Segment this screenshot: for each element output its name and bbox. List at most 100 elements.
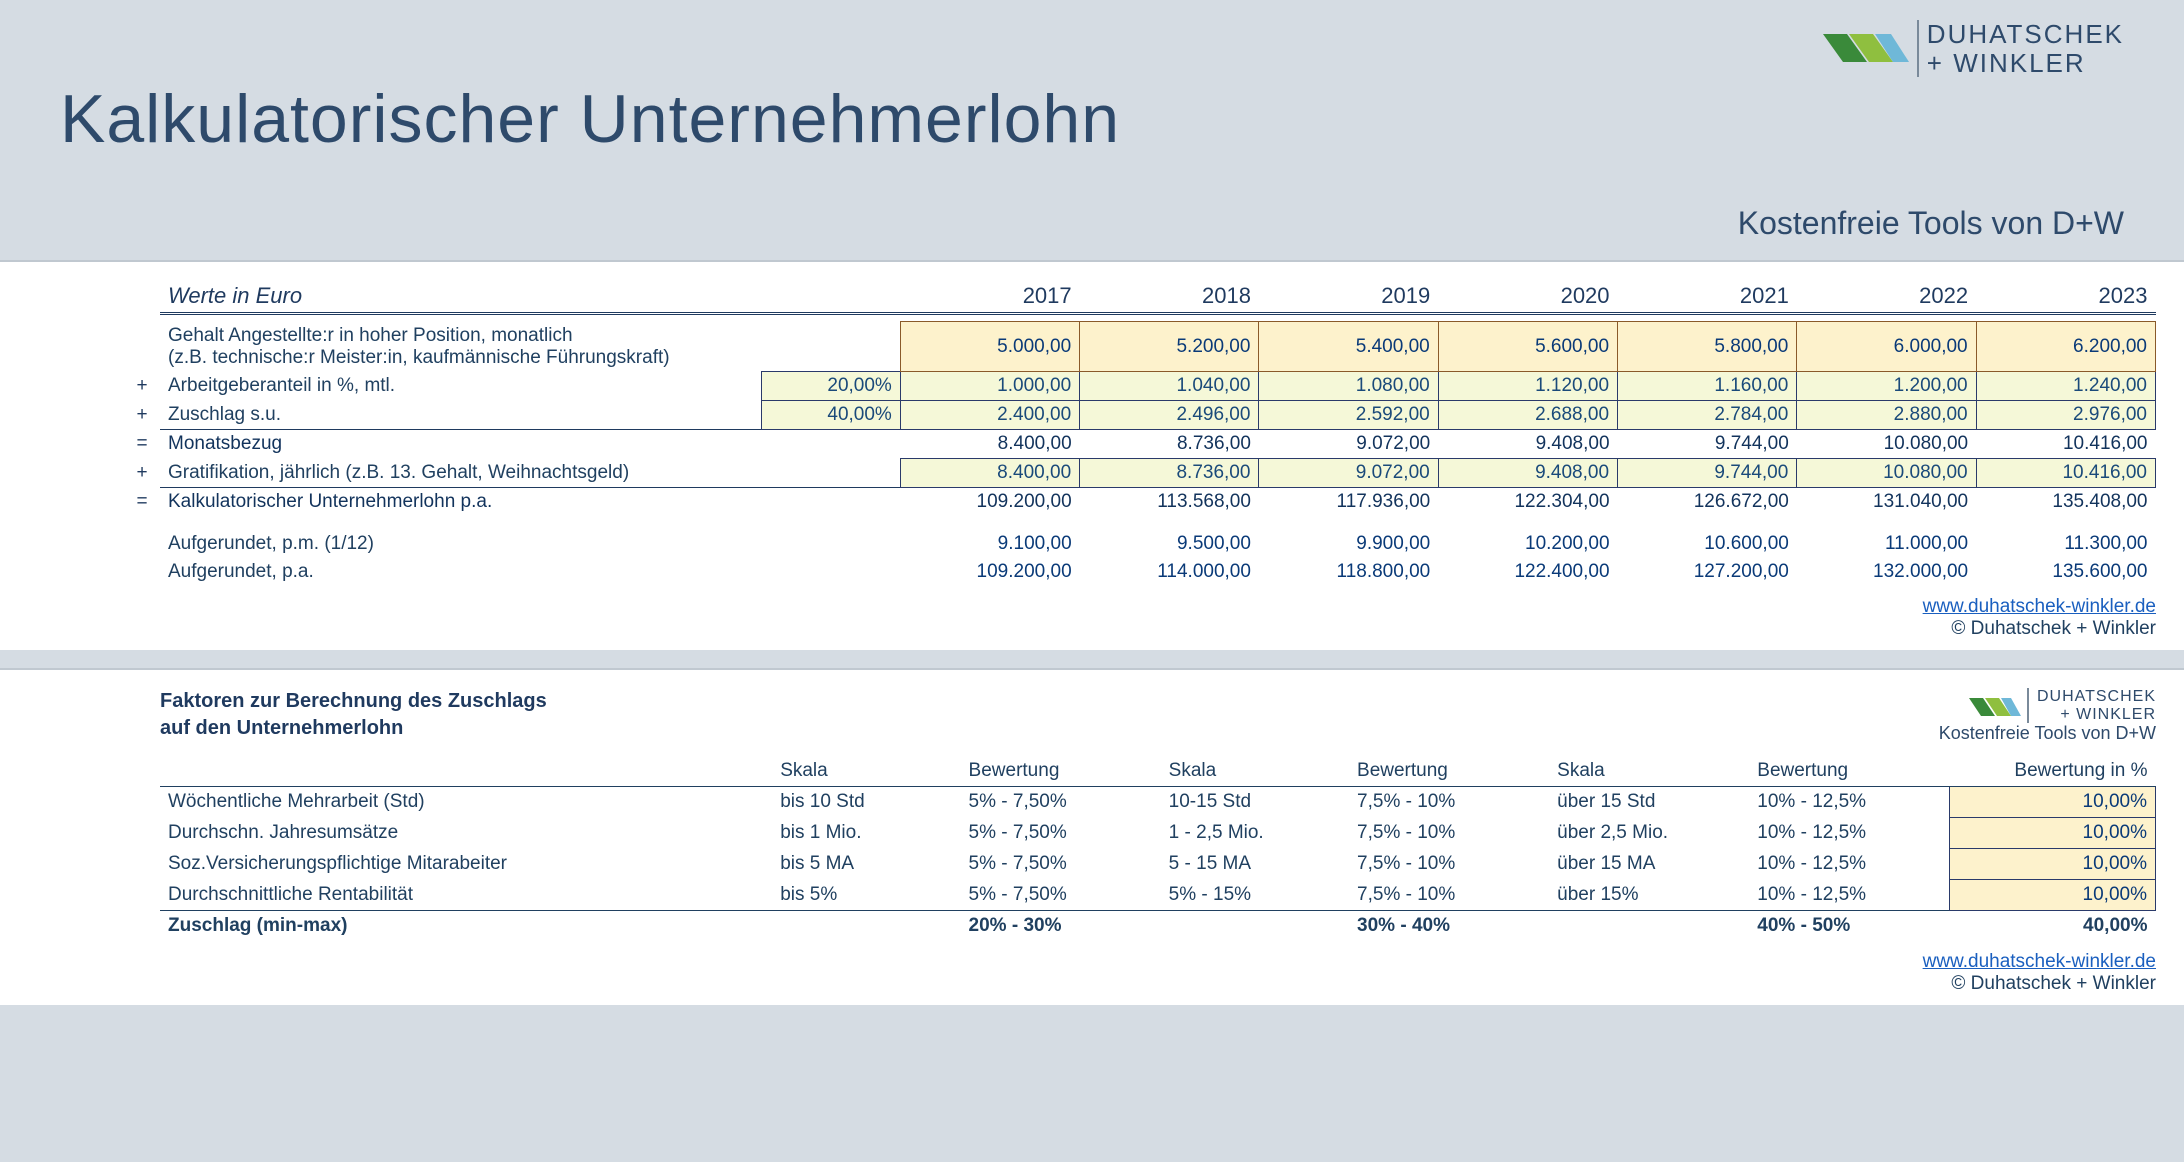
year-col: 2022 — [1797, 280, 1976, 314]
col-skala: Skala — [1161, 756, 1349, 787]
website-link[interactable]: www.duhatschek-winkler.de — [1923, 951, 2156, 972]
factor-value-input[interactable]: 10,00% — [1949, 880, 2155, 911]
calc-cell: 9.744,00 — [1618, 459, 1797, 488]
result-cell: 8.736,00 — [1080, 430, 1259, 459]
result-cell: 109.200,00 — [900, 488, 1079, 517]
gehalt-input[interactable]: 6.000,00 — [1797, 322, 1976, 372]
calc-cell: 1.080,00 — [1259, 372, 1438, 401]
result-cell: 113.568,00 — [1080, 488, 1259, 517]
factor-value-input[interactable]: 10,00% — [1949, 849, 2155, 880]
gratifikation-label: Gratifikation, jährlich (z.B. 13. Gehalt… — [168, 462, 629, 483]
year-col: 2020 — [1438, 280, 1617, 314]
op-equals: = — [126, 433, 158, 455]
mini-brand: DUHATSCHEK+ WINKLER Kostenfreie Tools vo… — [1939, 688, 2156, 744]
row-kalkulohn: =Kalkulatorischer Unternehmerlohn p.a. 1… — [160, 488, 2156, 517]
aufgerundet-pa-label: Aufgerundet, p.a. — [160, 558, 762, 586]
op-plus: + — [126, 375, 158, 397]
factor-label: Durchschnittliche Rentabilität — [160, 880, 772, 911]
calc-cell: 118.800,00 — [1259, 558, 1438, 586]
gehalt-input[interactable]: 5.800,00 — [1618, 322, 1797, 372]
calc-cell: 1.200,00 — [1797, 372, 1976, 401]
result-cell: 9.408,00 — [1438, 430, 1617, 459]
website-link[interactable]: www.duhatschek-winkler.de — [1923, 596, 2156, 617]
col-bewertung: Bewertung — [1349, 756, 1549, 787]
table-header-row: Werte in Euro 2017 2018 2019 2020 2021 2… — [160, 280, 2156, 314]
op-plus: + — [126, 404, 158, 426]
calc-table: Werte in Euro 2017 2018 2019 2020 2021 2… — [160, 280, 2156, 586]
copyright-text: © Duhatschek + Winkler — [1951, 618, 2156, 639]
calc-cell: 2.784,00 — [1618, 401, 1797, 430]
brand-text: DUHATSCHEK + WINKLER — [1917, 20, 2124, 77]
factor-row: Durchschn. Jahresumsätze bis 1 Mio.5% - … — [160, 818, 2156, 849]
calc-cell: 2.880,00 — [1797, 401, 1976, 430]
row-monatsbezug: =Monatsbezug 8.400,00 8.736,00 9.072,00 … — [160, 430, 2156, 459]
calc-cell: 9.500,00 — [1080, 530, 1259, 558]
factor-value-input[interactable]: 10,00% — [1949, 787, 2155, 818]
col-skala: Skala — [772, 756, 960, 787]
gehalt-input[interactable]: 6.200,00 — [1976, 322, 2155, 372]
calc-cell: 1.000,00 — [900, 372, 1079, 401]
year-col: 2023 — [1976, 280, 2155, 314]
result-cell: 135.408,00 — [1976, 488, 2155, 517]
result-cell: 9.744,00 — [1618, 430, 1797, 459]
calc-cell: 1.040,00 — [1080, 372, 1259, 401]
calc-cell: 8.736,00 — [1080, 459, 1259, 488]
calc-cell: 2.688,00 — [1438, 401, 1617, 430]
gehalt-input[interactable]: 5.200,00 — [1080, 322, 1259, 372]
calc-cell: 8.400,00 — [900, 459, 1079, 488]
factor-row: Soz.Versicherungspflichtige Mitarabeiter… — [160, 849, 2156, 880]
calc-panel: Werte in Euro 2017 2018 2019 2020 2021 2… — [0, 260, 2184, 650]
factor-label: Wöchentliche Mehrarbeit (Std) — [160, 787, 772, 818]
calc-cell: 114.000,00 — [1080, 558, 1259, 586]
gehalt-input[interactable]: 5.400,00 — [1259, 322, 1438, 372]
calc-cell: 11.000,00 — [1797, 530, 1976, 558]
col-skala: Skala — [1549, 756, 1749, 787]
result-cell: 10.080,00 — [1797, 430, 1976, 459]
mini-subtitle: Kostenfreie Tools von D+W — [1939, 723, 2156, 744]
calc-cell: 11.300,00 — [1976, 530, 2155, 558]
copyright-text: © Duhatschek + Winkler — [1951, 973, 2156, 994]
op-equals: = — [126, 491, 158, 513]
brand-line2: + WINKLER — [1927, 49, 2124, 78]
calc-cell: 1.240,00 — [1976, 372, 2155, 401]
year-col: 2017 — [900, 280, 1079, 314]
year-col: 2019 — [1259, 280, 1438, 314]
factors-header-row: Skala Bewertung Skala Bewertung Skala Be… — [160, 756, 2156, 787]
calc-cell: 1.120,00 — [1438, 372, 1617, 401]
factor-label: Durchschn. Jahresumsätze — [160, 818, 772, 849]
monatsbezug-label: Monatsbezug — [168, 433, 282, 454]
gehalt-label: Gehalt Angestellte:r in hoher Position, … — [168, 325, 573, 346]
calc-cell: 2.592,00 — [1259, 401, 1438, 430]
calc-cell: 127.200,00 — [1618, 558, 1797, 586]
calc-cell: 2.976,00 — [1976, 401, 2155, 430]
factors-panel: Faktoren zur Berechnung des Zuschlags au… — [0, 668, 2184, 1005]
gehalt-input[interactable]: 5.600,00 — [1438, 322, 1617, 372]
calc-cell: 10.080,00 — [1797, 459, 1976, 488]
row-aufgerundet-pa: Aufgerundet, p.a. 109.200,00 114.000,00 … — [160, 558, 2156, 586]
result-cell: 8.400,00 — [900, 430, 1079, 459]
factor-label: Soz.Versicherungspflichtige Mitarabeiter — [160, 849, 772, 880]
result-cell: 117.936,00 — [1259, 488, 1438, 517]
result-cell: 122.304,00 — [1438, 488, 1617, 517]
calc-cell: 9.408,00 — [1438, 459, 1617, 488]
logo-chevrons-icon — [1823, 22, 1909, 76]
aufgerundet-pm-label: Aufgerundet, p.m. (1/12) — [160, 530, 762, 558]
factors-title: Faktoren zur Berechnung des Zuschlags au… — [160, 688, 547, 742]
sum-value: 40,00% — [1949, 911, 2155, 942]
factor-value-input[interactable]: 10,00% — [1949, 818, 2155, 849]
year-col: 2021 — [1618, 280, 1797, 314]
kalkulohn-label: Kalkulatorischer Unternehmerlohn p.a. — [168, 491, 492, 512]
calc-cell: 2.496,00 — [1080, 401, 1259, 430]
arbeitgeber-label: Arbeitgeberanteil in %, mtl. — [168, 375, 395, 396]
arbeitgeber-pct-input[interactable]: 20,00% — [762, 372, 901, 401]
calc-cell: 9.100,00 — [900, 530, 1079, 558]
page-title: Kalkulatorischer Unternehmerlohn — [60, 80, 2124, 158]
mini-brand-text: DUHATSCHEK+ WINKLER — [2027, 688, 2156, 723]
gehalt-input[interactable]: 5.000,00 — [900, 322, 1079, 372]
row-aufgerundet-pm: Aufgerundet, p.m. (1/12) 9.100,00 9.500,… — [160, 530, 2156, 558]
page-subtitle: Kostenfreie Tools von D+W — [1738, 205, 2124, 242]
zuschlag-label: Zuschlag s.u. — [168, 404, 281, 425]
calc-cell: 122.400,00 — [1438, 558, 1617, 586]
row-arbeitgeber: +Arbeitgeberanteil in %, mtl. 20,00% 1.0… — [160, 372, 2156, 401]
zuschlag-pct-input[interactable]: 40,00% — [762, 401, 901, 430]
